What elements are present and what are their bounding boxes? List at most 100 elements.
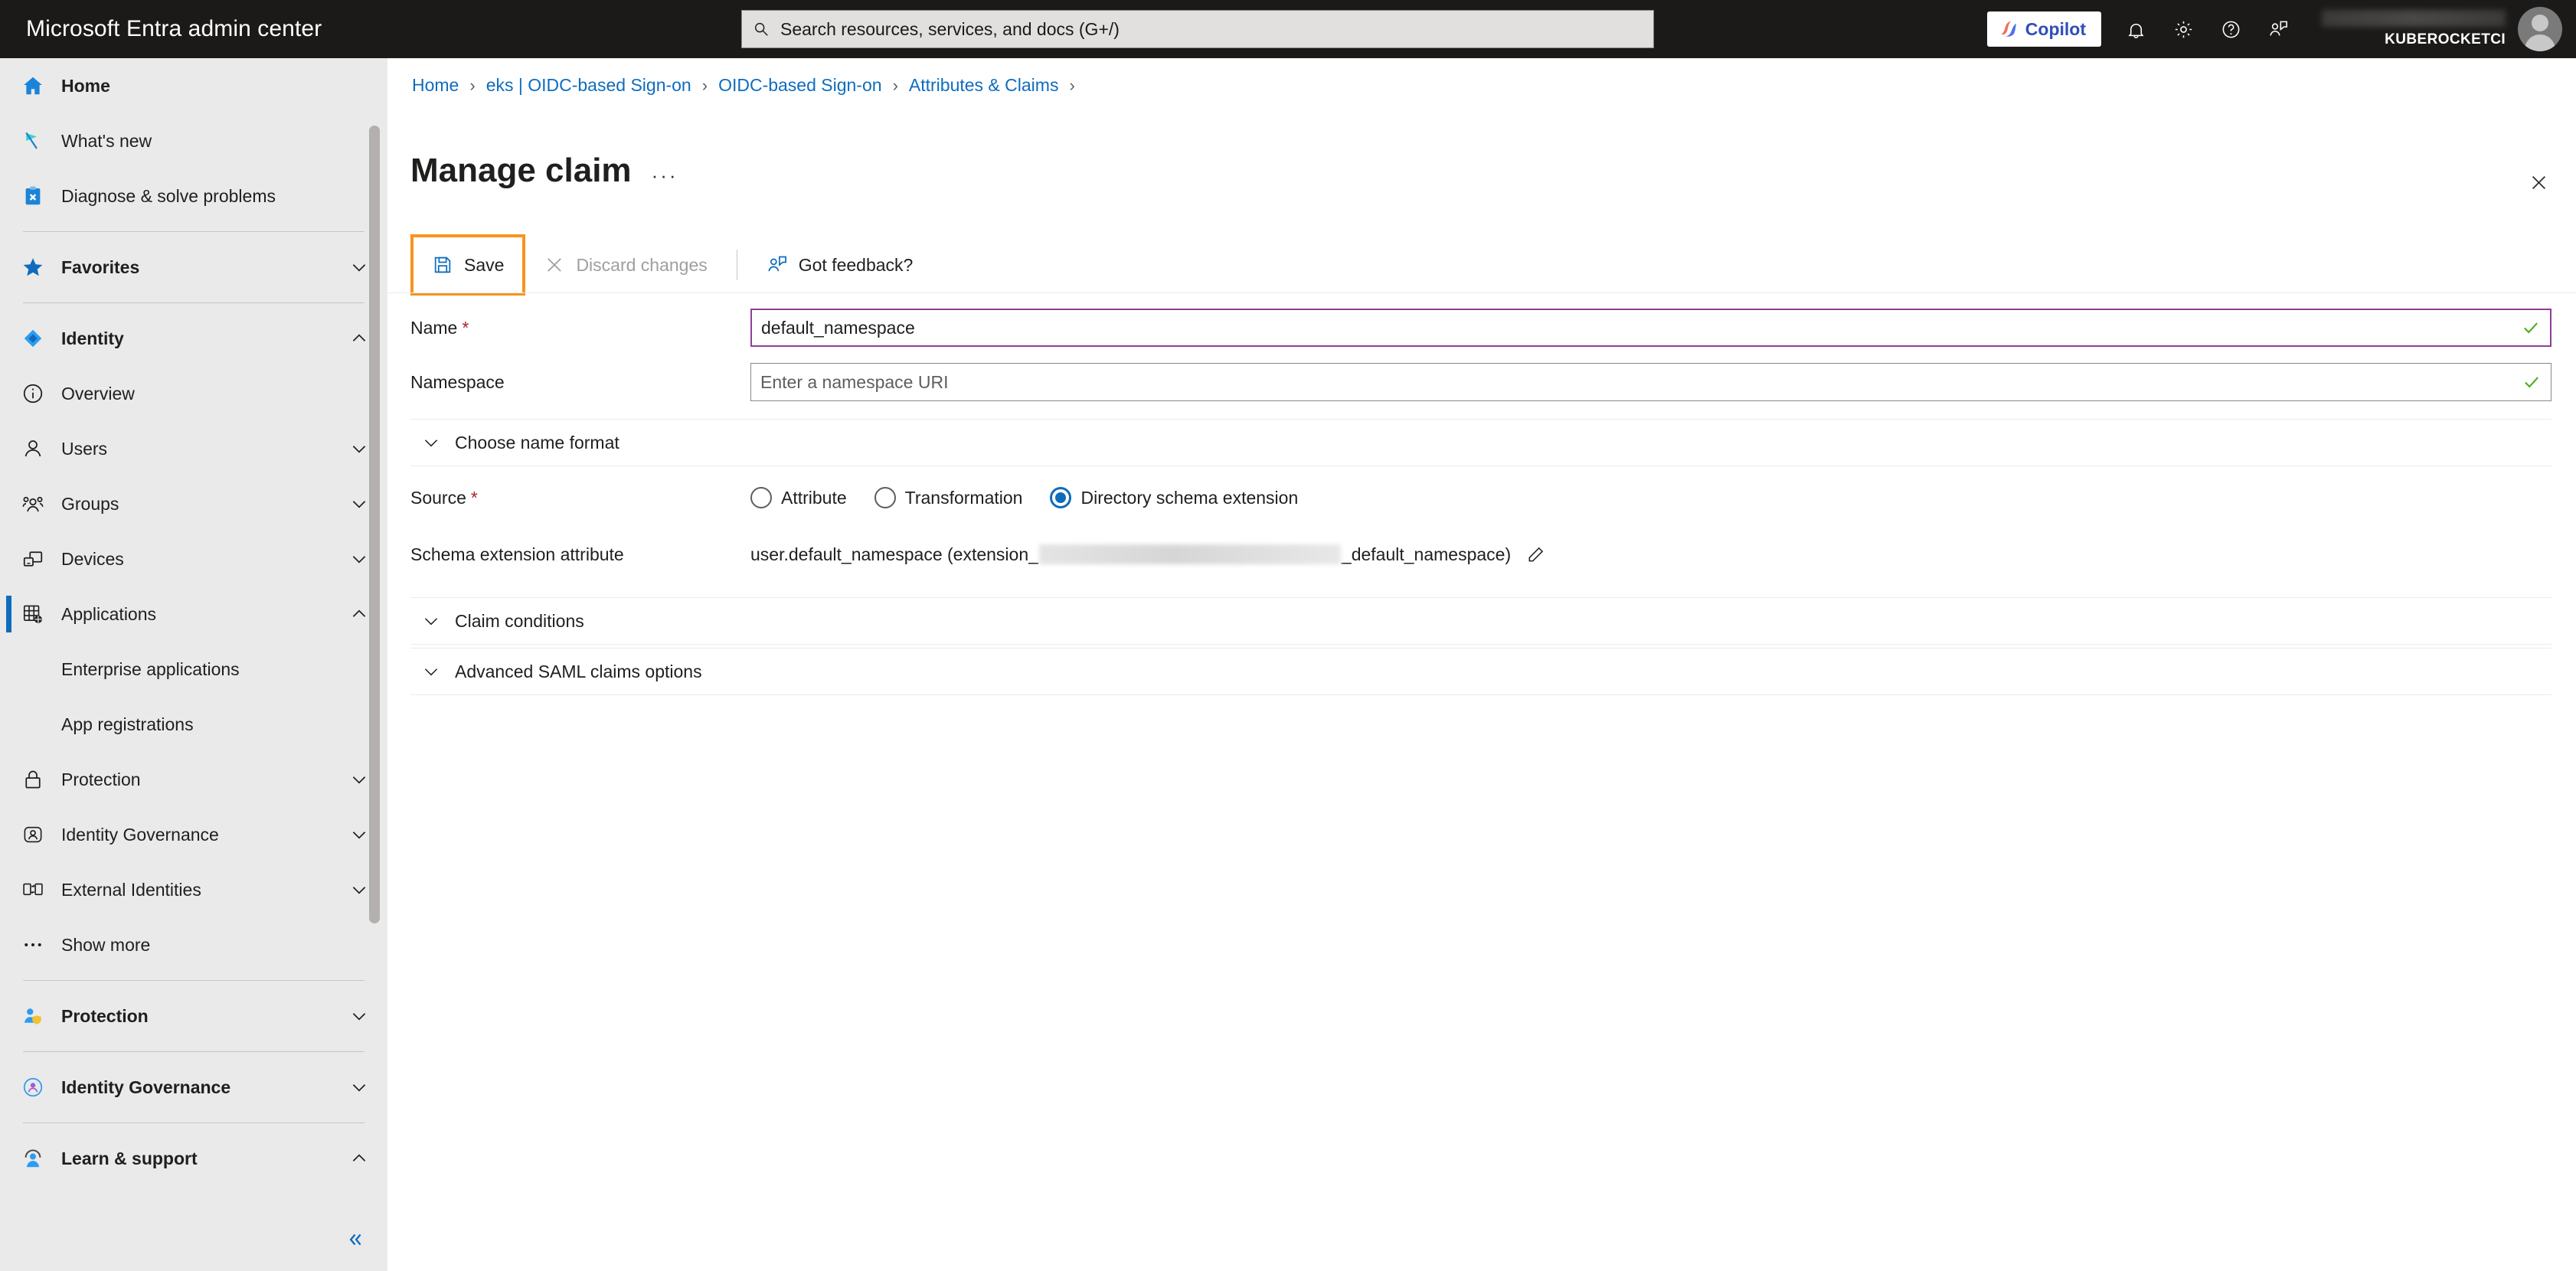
sidebar-item-label: Overview: [61, 383, 135, 404]
chevron-down-icon[interactable]: [349, 494, 369, 514]
chevron-up-icon[interactable]: [349, 604, 369, 624]
sidebar-item-favorites[interactable]: Favorites: [0, 240, 387, 295]
sidebar-item-devices[interactable]: Devices: [0, 531, 387, 586]
breadcrumb-item-attributes-claims[interactable]: Attributes & Claims: [909, 75, 1059, 96]
home-icon: [21, 74, 44, 97]
sidebar-item-overview[interactable]: Overview: [0, 366, 387, 421]
section-advanced-saml-claims-options[interactable]: Advanced SAML claims options: [410, 648, 2551, 695]
sidebar-scrollbar-thumb[interactable]: [369, 126, 380, 923]
save-button-highlight: Save: [410, 234, 526, 296]
sidebar-item-label: External Identities: [61, 879, 201, 900]
sidebar-item-protection[interactable]: Protection: [0, 752, 387, 807]
close-blade-button[interactable]: [2518, 164, 2559, 205]
page-title-row: Manage claim ···: [410, 152, 678, 190]
sidebar-item-learn-support[interactable]: Learn & support: [0, 1131, 387, 1186]
groups-icon: [21, 492, 44, 515]
sidebar-item-label: Users: [61, 438, 108, 459]
feedback-person-icon[interactable]: [2254, 5, 2302, 53]
source-option-transformation[interactable]: Transformation: [874, 487, 1023, 508]
form-row-schema-extension-attribute: Schema extension attribute user.default_…: [410, 534, 2551, 574]
page-more-actions-button[interactable]: ···: [652, 155, 678, 188]
notifications-bell-icon[interactable]: [2112, 5, 2159, 53]
discard-changes-button[interactable]: Discard changes: [531, 242, 719, 288]
applications-grid-icon: [21, 603, 44, 626]
sidebar-item-label: Diagnose & solve problems: [61, 185, 276, 206]
source-option-label: Transformation: [904, 487, 1023, 508]
sidebar-item-groups[interactable]: Groups: [0, 476, 387, 531]
chevron-down-icon[interactable]: [349, 769, 369, 789]
breadcrumb: Home › eks | OIDC-based Sign-on › OIDC-b…: [412, 75, 1086, 96]
global-search-placeholder: Search resources, services, and docs (G+…: [780, 18, 1120, 39]
save-button[interactable]: Save: [420, 242, 516, 288]
source-option-directory-schema-extension[interactable]: Directory schema extension: [1050, 487, 1298, 508]
schema-extension-attribute-value-prefix: user.default_namespace (extension_: [750, 544, 1038, 564]
account-avatar[interactable]: [2518, 7, 2562, 51]
close-icon: [2529, 172, 2549, 197]
chevron-down-icon[interactable]: [349, 439, 369, 459]
sidebar-item-users[interactable]: Users: [0, 421, 387, 476]
chevron-down-icon[interactable]: [349, 880, 369, 900]
settings-gear-icon[interactable]: [2159, 5, 2207, 53]
sidebar-divider: [23, 1051, 364, 1052]
namespace-field-label: Namespace: [410, 371, 505, 392]
sidebar-item-label: Show more: [61, 934, 151, 955]
chevron-down-icon[interactable]: [349, 1077, 369, 1097]
governance-icon: [21, 823, 44, 846]
sidebar-item-show-more[interactable]: Show more: [0, 917, 387, 972]
chevron-down-icon[interactable]: [349, 549, 369, 569]
sidebar-item-label: Identity Governance: [61, 1077, 231, 1097]
chevron-up-icon[interactable]: [349, 328, 369, 348]
source-option-attribute[interactable]: Attribute: [750, 487, 847, 508]
got-feedback-button[interactable]: Got feedback?: [754, 242, 926, 288]
command-bar: Save Discard changes Got feedback?: [410, 234, 926, 296]
help-question-icon[interactable]: [2207, 5, 2254, 53]
sidebar-item-identity-governance[interactable]: Identity Governance: [0, 807, 387, 862]
sidebar-item-enterprise-applications[interactable]: Enterprise applications: [0, 642, 387, 697]
chevron-down-icon[interactable]: [349, 1006, 369, 1026]
sidebar-item-app-registrations[interactable]: App registrations: [0, 697, 387, 752]
sidebar-item-identity[interactable]: Identity: [0, 311, 387, 366]
name-input[interactable]: default_namespace: [750, 309, 2551, 347]
search-icon: [753, 21, 770, 38]
ellipsis-icon: [21, 933, 44, 956]
sidebar-item-diagnose-solve-problems[interactable]: Diagnose & solve problems: [0, 168, 387, 224]
chevron-down-icon[interactable]: [349, 825, 369, 845]
sidebar-item-external-identities[interactable]: External Identities: [0, 862, 387, 917]
copilot-button[interactable]: Copilot: [1986, 11, 2101, 47]
global-search-input[interactable]: Search resources, services, and docs (G+…: [741, 10, 1654, 48]
copilot-icon: [1998, 19, 2018, 39]
breadcrumb-item-eks-oidc-sign-on[interactable]: eks | OIDC-based Sign-on: [486, 75, 691, 96]
section-choose-name-format[interactable]: Choose name format: [410, 419, 2551, 466]
sidebar-item-label: Applications: [61, 603, 157, 624]
radio-mark-selected-icon: [1050, 487, 1072, 508]
external-identities-icon: [21, 878, 44, 901]
breadcrumb-separator-icon: ›: [701, 75, 708, 95]
schema-extension-attribute-value: user.default_namespace (extension_ _defa…: [750, 541, 1549, 567]
form-row-namespace: Namespace Enter a namespace URI: [410, 362, 2551, 402]
pencil-edit-icon[interactable]: [1523, 541, 1549, 567]
breadcrumb-separator-icon: ›: [892, 75, 898, 95]
tenant-name-label: KUBEROCKETCI: [2385, 31, 2506, 47]
sidebar-item-whats-new[interactable]: What's new: [0, 113, 387, 168]
main-content-blade: Home › eks | OIDC-based Sign-on › OIDC-b…: [387, 58, 2576, 1271]
sidebar-item-label: Protection: [61, 1005, 149, 1026]
sidebar-item-home[interactable]: Home: [0, 58, 387, 113]
protection-shield-person-icon: [21, 1005, 44, 1028]
namespace-input-placeholder: Enter a namespace URI: [760, 371, 949, 392]
command-bar-underline: [387, 292, 2576, 293]
sidebar-item-applications[interactable]: Applications: [0, 586, 387, 642]
chevron-up-icon[interactable]: [349, 1148, 369, 1168]
required-asterisk: *: [462, 317, 469, 338]
section-claim-conditions[interactable]: Claim conditions: [410, 597, 2551, 645]
sidebar-item-identity-governance-section[interactable]: Identity Governance: [0, 1060, 387, 1115]
form-row-name: Name * default_namespace: [410, 308, 2551, 348]
tenant-switcher[interactable]: KUBEROCKETCI: [2302, 0, 2518, 58]
chevron-down-icon[interactable]: [349, 257, 369, 277]
breadcrumb-item-home[interactable]: Home: [412, 75, 459, 96]
sidebar-item-label: Identity: [61, 328, 124, 348]
breadcrumb-item-oidc-based-sign-on[interactable]: OIDC-based Sign-on: [718, 75, 882, 96]
sidebar-collapse-button[interactable]: [337, 1222, 372, 1257]
sidebar-item-protection-section[interactable]: Protection: [0, 988, 387, 1044]
source-radio-group: Attribute Transformation Directory schem…: [750, 487, 1326, 508]
namespace-input[interactable]: Enter a namespace URI: [750, 363, 2551, 401]
